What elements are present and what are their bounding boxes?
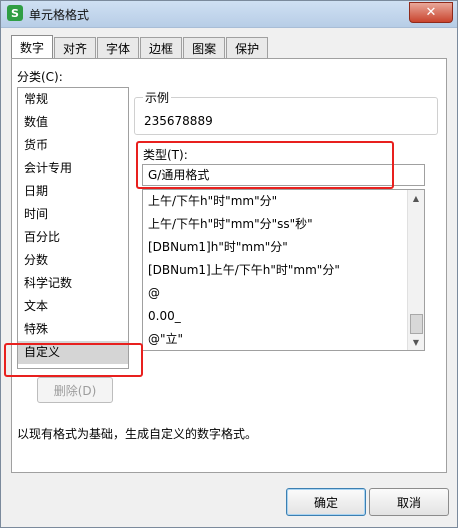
title-bar[interactable]: S 单元格格式 ✕ [1, 1, 457, 28]
format-item[interactable]: [DBNum1]上午/下午h"时"mm"分" [143, 259, 424, 282]
format-item[interactable]: @"立" [143, 328, 424, 350]
highlight-type-box [136, 141, 394, 189]
window-title: 单元格格式 [29, 8, 90, 22]
cancel-button[interactable]: 取消 [369, 488, 449, 516]
scroll-down-icon[interactable]: ▼ [408, 334, 424, 350]
category-item[interactable]: 会计专用 [18, 157, 128, 180]
delete-button[interactable]: 删除(D) [37, 377, 113, 403]
category-item[interactable]: 百分比 [18, 226, 128, 249]
ok-button[interactable]: 确定 [286, 488, 366, 516]
format-item[interactable]: [DBNum1]h"时"mm"分" [143, 236, 424, 259]
category-label: 分类(C): [17, 70, 63, 84]
category-item[interactable]: 文本 [18, 295, 128, 318]
category-item[interactable]: 分数 [18, 249, 128, 272]
tab-number[interactable]: 数字 [11, 35, 54, 58]
category-item[interactable]: 时间 [18, 203, 128, 226]
format-list[interactable]: 上午/下午h"时"mm"分" 上午/下午h"时"mm"分"ss"秒" [DBNu… [142, 189, 425, 351]
tab-protection[interactable]: 保护 [226, 37, 269, 58]
format-item[interactable]: 上午/下午h"时"mm"分" [143, 190, 424, 213]
format-item[interactable]: @ [143, 282, 424, 305]
category-item[interactable]: 日期 [18, 180, 128, 203]
scroll-thumb[interactable] [410, 314, 423, 334]
scroll-up-icon[interactable]: ▲ [408, 190, 424, 206]
tab-border[interactable]: 边框 [140, 37, 183, 58]
tab-alignment[interactable]: 对齐 [54, 37, 97, 58]
sample-value: 235678889 [144, 114, 213, 128]
format-cells-dialog: S 单元格格式 ✕ 数字 对齐 字体 边框 图案 保护 分类(C): 常规 数值… [0, 0, 458, 528]
tab-font[interactable]: 字体 [97, 37, 140, 58]
category-list[interactable]: 常规 数值 货币 会计专用 日期 时间 百分比 分数 科学记数 文本 特殊 自定… [17, 87, 129, 369]
category-item[interactable]: 数值 [18, 111, 128, 134]
close-button[interactable]: ✕ [409, 2, 453, 23]
category-item[interactable]: 科学记数 [18, 272, 128, 295]
category-item[interactable]: 特殊 [18, 318, 128, 341]
format-item[interactable]: 上午/下午h"时"mm"分"ss"秒" [143, 213, 424, 236]
category-item[interactable]: 常规 [18, 88, 128, 111]
tab-pattern[interactable]: 图案 [183, 37, 226, 58]
sample-title: 示例 [143, 89, 172, 106]
highlight-custom-box [4, 343, 143, 377]
category-item[interactable]: 货币 [18, 134, 128, 157]
description-text: 以现有格式为基础，生成自定义的数字格式。 [17, 427, 258, 441]
app-logo-icon: S [7, 5, 23, 21]
format-item[interactable]: 0.00_ [143, 305, 424, 328]
format-list-scrollbar[interactable]: ▲ ▼ [407, 190, 424, 350]
tab-bar: 数字 对齐 字体 边框 图案 保护 [11, 35, 269, 59]
